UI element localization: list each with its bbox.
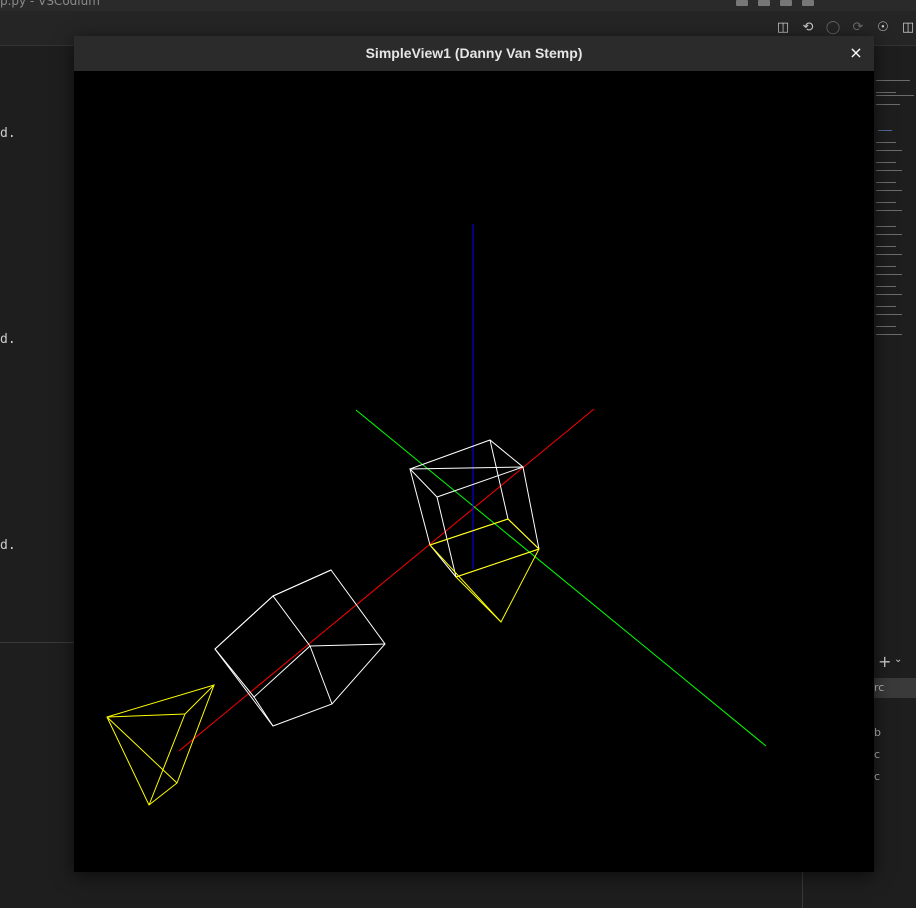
editor-line: d.: [0, 126, 16, 141]
layout-control-icon[interactable]: [802, 0, 814, 6]
search-input[interactable]: rc: [874, 678, 916, 698]
chevron-down-icon[interactable]: ⌄: [894, 654, 902, 665]
list-item[interactable]: c: [874, 770, 916, 783]
y-axis-line: [355, 409, 767, 747]
cube-origin: [409, 439, 540, 578]
debug-icon[interactable]: ☉: [875, 19, 891, 35]
pyramid-near: [106, 684, 215, 806]
window-titlebar[interactable]: SimpleView1 (Danny Van Stemp) ×: [74, 36, 874, 72]
editor-line: d.: [0, 332, 16, 347]
layout-control-icon[interactable]: [780, 0, 792, 6]
add-icon[interactable]: +: [878, 652, 891, 671]
layout-control-icon[interactable]: [736, 0, 748, 6]
3d-viewport[interactable]: [74, 71, 874, 872]
background-titlebar: p.py - VSCodium: [0, 0, 916, 11]
divider: [802, 872, 803, 908]
layout-control-icon[interactable]: [758, 0, 770, 6]
minimap[interactable]: [874, 70, 916, 350]
list-item[interactable]: c: [874, 748, 916, 761]
cube-near: [214, 569, 386, 727]
viewer-window[interactable]: SimpleView1 (Danny Van Stemp) ×: [74, 36, 874, 872]
layout-icon[interactable]: ◫: [900, 19, 916, 35]
background-window-controls: [736, 0, 814, 6]
x-axis-line: [178, 408, 595, 752]
go-back-icon[interactable]: ⟲: [800, 19, 816, 35]
forward-icon[interactable]: ⟳: [850, 19, 866, 35]
window-title: SimpleView1 (Danny Van Stemp): [365, 45, 583, 61]
circle-icon[interactable]: ◯: [825, 19, 841, 35]
close-button[interactable]: ×: [846, 43, 866, 63]
split-editor-icon[interactable]: ◫: [775, 19, 791, 35]
background-title: p.py - VSCodium: [0, 0, 100, 8]
scene-canvas[interactable]: [74, 71, 874, 872]
editor-line: d.: [0, 538, 16, 553]
list-item[interactable]: b: [874, 726, 916, 739]
